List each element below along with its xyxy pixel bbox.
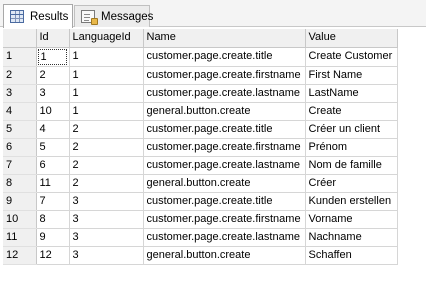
table-row[interactable]: 5 4 2 customer.page.create.title Créer un cl…: [3, 120, 398, 139]
table-row[interactable]: 12 12 3 general.button.create Schaffen: [3, 246, 398, 265]
table-row[interactable]: 10 8 3 customer.page.create.firstname Vornam…: [3, 210, 398, 229]
cell-id[interactable]: 3: [36, 84, 70, 103]
table-row[interactable]: 9 7 3 customer.page.create.title Kunden erst…: [3, 192, 398, 211]
row-number[interactable]: 11: [3, 228, 37, 247]
cell-id[interactable]: 4: [36, 120, 70, 139]
cell-id[interactable]: 11: [36, 174, 70, 193]
cell-languageid[interactable]: 3: [69, 228, 144, 247]
tab-results-label: Results: [30, 10, 69, 23]
header-row: Id LanguageId Name Value: [3, 29, 398, 48]
cell-languageid[interactable]: 2: [69, 174, 144, 193]
cell-name[interactable]: customer.page.create.title: [143, 47, 306, 67]
table-row[interactable]: 7 6 2 customer.page.create.lastname Nom de f…: [3, 156, 398, 175]
cell-languageid[interactable]: 3: [69, 246, 144, 265]
cell-languageid[interactable]: 2: [69, 138, 144, 157]
cell-value[interactable]: Create: [305, 102, 398, 121]
row-number[interactable]: 2: [3, 66, 37, 85]
table-row[interactable]: 3 3 1 customer.page.create.lastname LastName: [3, 84, 398, 103]
row-number[interactable]: 10: [3, 210, 37, 229]
cell-id[interactable]: 5: [36, 138, 70, 157]
cell-id[interactable]: 8: [36, 210, 70, 229]
results-pane: Results Messages Id LanguageId Name Valu…: [0, 0, 426, 289]
tab-messages[interactable]: Messages: [74, 5, 154, 27]
column-header-languageid[interactable]: LanguageId: [69, 29, 144, 48]
cell-value[interactable]: Nachname: [305, 228, 398, 247]
cell-id[interactable]: 12: [36, 246, 70, 265]
tab-messages-label: Messages: [101, 10, 154, 23]
cell-id-selected[interactable]: 1: [36, 47, 70, 67]
results-grid[interactable]: Id LanguageId Name Value 1 1 1 customer.pag…: [3, 29, 398, 265]
selected-cell-value: 1: [37, 48, 67, 65]
cell-value[interactable]: Schaffen: [305, 246, 398, 265]
row-number[interactable]: 9: [3, 192, 37, 211]
cell-name[interactable]: customer.page.create.firstname: [143, 210, 306, 229]
results-table: Id LanguageId Name Value 1 1 1 customer.pag…: [3, 29, 398, 265]
cell-value[interactable]: Kunden erstellen: [305, 192, 398, 211]
cell-id[interactable]: 10: [36, 102, 70, 121]
table-row[interactable]: 8 11 2 general.button.create Créer: [3, 174, 398, 193]
cell-value[interactable]: LastName: [305, 84, 398, 103]
cell-value[interactable]: Prénom: [305, 138, 398, 157]
cell-name[interactable]: customer.page.create.firstname: [143, 138, 306, 157]
row-number[interactable]: 3: [3, 84, 37, 103]
cell-name[interactable]: customer.page.create.lastname: [143, 156, 306, 175]
grid-body: 1 1 1 customer.page.create.title Create Cust…: [3, 47, 398, 265]
cell-value[interactable]: First Name: [305, 66, 398, 85]
cell-name[interactable]: customer.page.create.lastname: [143, 84, 306, 103]
cell-id[interactable]: 2: [36, 66, 70, 85]
cell-name[interactable]: customer.page.create.firstname: [143, 66, 306, 85]
column-header-value[interactable]: Value: [305, 29, 398, 48]
cell-languageid[interactable]: 2: [69, 120, 144, 139]
cell-languageid[interactable]: 1: [69, 102, 144, 121]
cell-value[interactable]: Créer un client: [305, 120, 398, 139]
cell-id[interactable]: 9: [36, 228, 70, 247]
column-header-id[interactable]: Id: [36, 29, 70, 48]
cell-name[interactable]: general.button.create: [143, 102, 306, 121]
table-row[interactable]: 2 2 1 customer.page.create.firstname First N…: [3, 66, 398, 85]
table-row[interactable]: 1 1 1 customer.page.create.title Create Cust…: [3, 47, 398, 67]
grid-icon: [10, 10, 24, 23]
row-number[interactable]: 5: [3, 120, 37, 139]
table-row[interactable]: 4 10 1 general.button.create Create: [3, 102, 398, 121]
row-number[interactable]: 8: [3, 174, 37, 193]
results-tab-bar: Results Messages: [0, 0, 426, 28]
cell-value[interactable]: Create Customer: [305, 47, 398, 67]
tab-results[interactable]: Results: [3, 4, 73, 28]
cell-languageid[interactable]: 2: [69, 156, 144, 175]
cell-value[interactable]: Vorname: [305, 210, 398, 229]
cell-languageid[interactable]: 3: [69, 210, 144, 229]
cell-value[interactable]: Nom de famille: [305, 156, 398, 175]
cell-languageid[interactable]: 1: [69, 66, 144, 85]
table-row[interactable]: 11 9 3 customer.page.create.lastname Nachnam…: [3, 228, 398, 247]
cell-id[interactable]: 6: [36, 156, 70, 175]
row-number[interactable]: 1: [3, 47, 37, 67]
cell-name[interactable]: customer.page.create.lastname: [143, 228, 306, 247]
cell-id[interactable]: 7: [36, 192, 70, 211]
cell-value[interactable]: Créer: [305, 174, 398, 193]
cell-name[interactable]: customer.page.create.title: [143, 192, 306, 211]
row-number[interactable]: 6: [3, 138, 37, 157]
messages-icon: [81, 10, 98, 25]
cell-name[interactable]: general.button.create: [143, 174, 306, 193]
cell-name[interactable]: customer.page.create.title: [143, 120, 306, 139]
table-row[interactable]: 6 5 2 customer.page.create.firstname Prénom: [3, 138, 398, 157]
row-number-header[interactable]: [3, 29, 37, 48]
cell-languageid[interactable]: 1: [69, 47, 144, 67]
row-number[interactable]: 12: [3, 246, 37, 265]
cell-name[interactable]: general.button.create: [143, 246, 306, 265]
row-number[interactable]: 7: [3, 156, 37, 175]
column-header-name[interactable]: Name: [143, 29, 306, 48]
row-number[interactable]: 4: [3, 102, 37, 121]
cell-languageid[interactable]: 3: [69, 192, 144, 211]
cell-languageid[interactable]: 1: [69, 84, 144, 103]
